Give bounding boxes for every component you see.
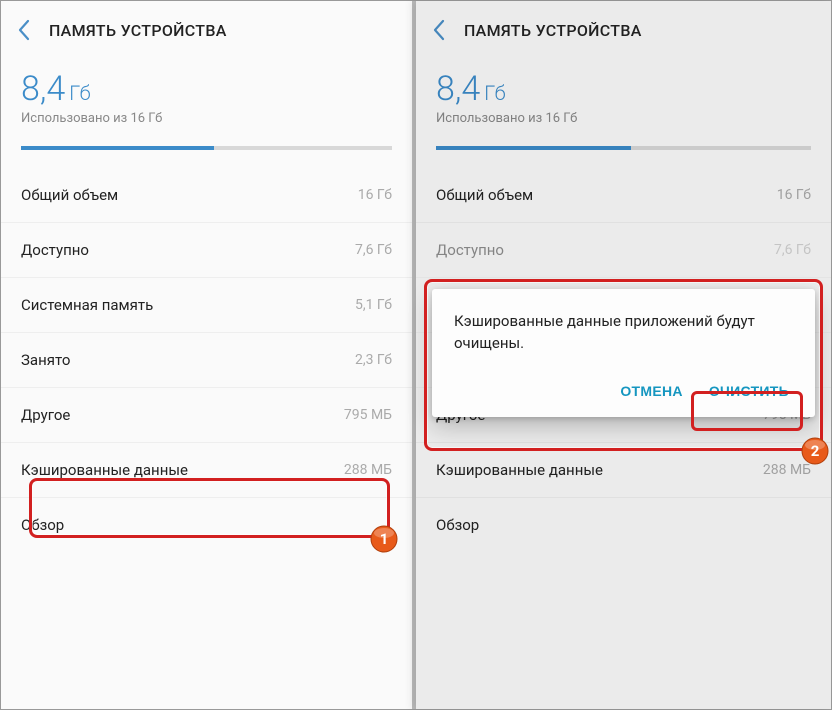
row-total[interactable]: Общий объем 16 Гб — [416, 168, 831, 223]
back-icon[interactable] — [17, 19, 31, 41]
row-cached[interactable]: Кэшированные данные 288 МБ — [1, 443, 412, 498]
storage-used-unit: Гб — [484, 81, 505, 105]
dialog-actions: ОТМЕНА ОЧИСТИТЬ — [454, 377, 793, 407]
storage-subtitle: Использовано из 16 Гб — [21, 111, 392, 126]
storage-summary: 8,4Гб Использовано из 16 Гб — [1, 55, 412, 132]
storage-used: 8,4Гб — [436, 69, 811, 109]
clear-cache-dialog: Кэшированные данные приложений будут очи… — [432, 289, 815, 417]
row-overview[interactable]: Обзор — [1, 498, 412, 552]
storage-progress-fill — [436, 146, 631, 150]
left-screenshot: ПАМЯТЬ УСТРОЙСТВА 8,4Гб Использовано из … — [1, 1, 416, 709]
storage-list: Общий объем 16 Гб Доступно 7,6 Гб Систем… — [1, 168, 412, 552]
cancel-button[interactable]: ОТМЕНА — [620, 383, 682, 399]
row-overview[interactable]: Обзор — [416, 498, 831, 552]
row-used[interactable]: Занято 2,3 Гб — [1, 333, 412, 388]
row-total[interactable]: Общий объем 16 Гб — [1, 168, 412, 223]
back-icon[interactable] — [432, 19, 446, 41]
storage-used-value: 8,4 — [436, 69, 480, 109]
storage-used: 8,4Гб — [21, 69, 392, 109]
header: ПАМЯТЬ УСТРОЙСТВА — [416, 1, 831, 55]
confirm-button[interactable]: ОЧИСТИТЬ — [709, 383, 789, 399]
page-title: ПАМЯТЬ УСТРОЙСТВА — [464, 21, 642, 40]
page-title: ПАМЯТЬ УСТРОЙСТВА — [49, 21, 227, 40]
header: ПАМЯТЬ УСТРОЙСТВА — [1, 1, 412, 55]
right-screenshot: ПАМЯТЬ УСТРОЙСТВА 8,4Гб Использовано из … — [416, 1, 831, 709]
row-other[interactable]: Другое 795 МБ — [1, 388, 412, 443]
storage-used-value: 8,4 — [21, 69, 65, 109]
row-system[interactable]: Системная память 5,1 Гб — [1, 278, 412, 333]
row-available[interactable]: Доступно 7,6 Гб — [1, 223, 412, 278]
storage-progress — [21, 146, 392, 150]
storage-progress — [436, 146, 811, 150]
dialog-message: Кэшированные данные приложений будут очи… — [454, 311, 793, 355]
row-available[interactable]: Доступно 7,6 Гб — [416, 223, 831, 278]
storage-summary: 8,4Гб Использовано из 16 Гб — [416, 55, 831, 132]
row-cached[interactable]: Кэшированные данные 288 МБ — [416, 443, 831, 498]
storage-used-unit: Гб — [69, 81, 90, 105]
storage-subtitle: Использовано из 16 Гб — [436, 111, 811, 126]
storage-progress-fill — [21, 146, 214, 150]
